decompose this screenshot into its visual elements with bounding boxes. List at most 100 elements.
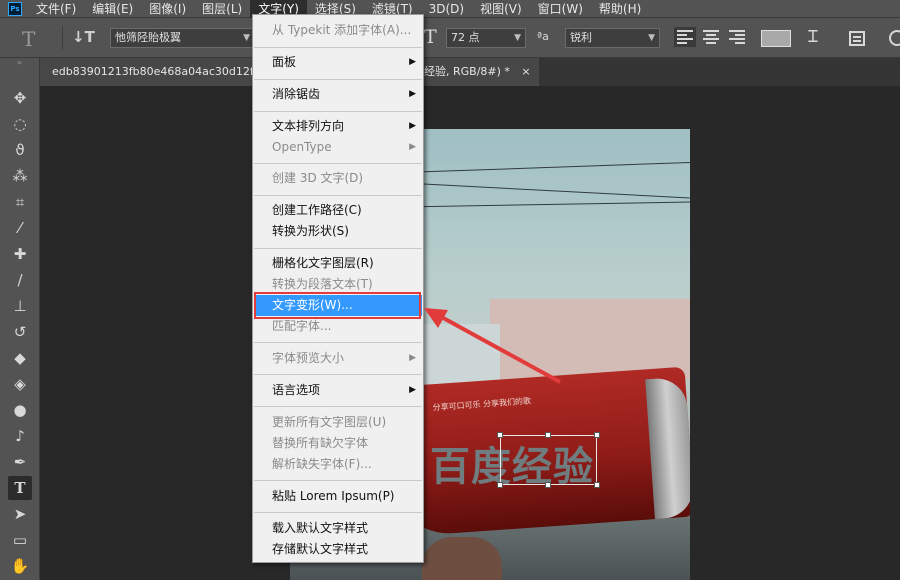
menu-item-rasterize[interactable]: 栅格化文字图层(R) [254, 253, 422, 274]
menu-item-preview-size[interactable]: 字体预览大小 ▶ [254, 348, 422, 369]
menu-item-resolve-fonts[interactable]: 解析缺失字体(F)... [254, 454, 422, 475]
font-size-select[interactable]: 72 点 ▼ [446, 28, 526, 48]
can-rim [645, 376, 690, 520]
menu-separator [254, 195, 422, 196]
text-orientation-icon[interactable]: ↓T [72, 28, 95, 46]
menu-image[interactable]: 图像(I) [141, 0, 194, 18]
chevron-down-icon: ▼ [648, 33, 655, 43]
submenu-arrow-icon: ▶ [409, 57, 416, 67]
menu-item-3d-text[interactable]: 创建 3D 文字(D) [254, 168, 422, 189]
menu-item-work-path[interactable]: 创建工作路径(C) [254, 200, 422, 221]
submenu-arrow-icon: ▶ [409, 385, 416, 395]
type-tool-preset-icon[interactable]: T [22, 27, 35, 51]
menu-help[interactable]: 帮助(H) [591, 0, 649, 18]
menu-view[interactable]: 视图(V) [472, 0, 530, 18]
font-family-value: 忚筛陉貽极翼 [115, 31, 181, 44]
menu-item-orientation[interactable]: 文本排列方向 ▶ [254, 116, 422, 137]
submenu-arrow-icon: ▶ [409, 121, 416, 131]
submenu-arrow-icon: ▶ [409, 353, 416, 363]
text-bounding-box[interactable] [497, 432, 600, 488]
pen-tool-icon[interactable]: ✒ [8, 450, 32, 474]
move-tool-icon[interactable]: ✥ [8, 86, 32, 110]
history-brush-icon[interactable]: ↺ [8, 320, 32, 344]
menu-separator [254, 111, 422, 112]
align-center-icon[interactable] [703, 30, 719, 44]
menu-item-load-default-style[interactable]: 载入默认文字样式 [254, 518, 422, 539]
menu-item-save-default-style[interactable]: 存储默认文字样式 [254, 539, 422, 560]
menu-separator [254, 79, 422, 80]
align-left-icon[interactable] [674, 27, 696, 47]
menu-separator [254, 248, 422, 249]
resize-handle[interactable] [545, 482, 551, 488]
font-size-icon: T [424, 26, 437, 48]
menu-separator [254, 47, 422, 48]
tools-panel: » ✥ ◌ ϑ ⁂ ⌗ ⁄ ✚ ∕ ⊥ ↺ ◆ ◈ ● ♪ ✒ T ➤ ▭ ✋ [0, 58, 40, 580]
menu-edit[interactable]: 编辑(E) [84, 0, 141, 18]
menu-separator [254, 374, 422, 375]
menu-file[interactable]: 文件(F) [28, 0, 84, 18]
align-right-icon[interactable] [729, 30, 745, 44]
type-tool-icon[interactable]: T [8, 476, 32, 500]
eraser-tool-icon[interactable]: ◆ [8, 346, 32, 370]
menu-item-antialias[interactable]: 消除锯齿 ▶ [254, 84, 422, 105]
crop-tool-icon[interactable]: ⌗ [8, 190, 32, 214]
character-panel-icon[interactable] [849, 31, 865, 46]
menu-separator [254, 512, 422, 513]
clone-stamp-icon[interactable]: ⊥ [8, 294, 32, 318]
menu-separator [254, 406, 422, 407]
antialias-icon: ªa [537, 30, 549, 43]
menu-item-language[interactable]: 语言选项 ▶ [254, 380, 422, 401]
brush-tool-icon[interactable]: ∕ [8, 268, 32, 292]
menu-item-replace-fonts[interactable]: 替换所有缺欠字体 [254, 433, 422, 454]
options-bar: T ↓T 忚筛陉貽极翼 ▼ T 72 点 ▼ ªa 锐利 ▼ Ꮖ [0, 18, 900, 58]
document-tab-title: edb83901213fb80e468a04ac30d12f [52, 65, 254, 78]
menu-bar: Ps 文件(F) 编辑(E) 图像(I) 图层(L) 文字(Y) 选择(S) 滤… [0, 0, 900, 18]
menu-layer[interactable]: 图层(L) [194, 0, 250, 18]
resize-handle[interactable] [497, 482, 503, 488]
menu-window[interactable]: 窗口(W) [530, 0, 591, 18]
menu-separator [254, 163, 422, 164]
antialias-select[interactable]: 锐利 ▼ [565, 28, 660, 48]
resize-handle[interactable] [594, 432, 600, 438]
font-family-select[interactable]: 忚筛陉貽极翼 ▼ [110, 28, 255, 48]
menu-item-update-layers[interactable]: 更新所有文字图层(U) [254, 412, 422, 433]
dodge-tool-icon[interactable]: ♪ [8, 424, 32, 448]
warp-text-icon[interactable]: Ꮖ [808, 27, 819, 47]
paint-bucket-icon[interactable]: ◈ [8, 372, 32, 396]
chevron-down-icon: ▼ [243, 33, 250, 43]
highlight-box [254, 292, 421, 319]
cancel-icon[interactable] [889, 30, 900, 46]
menu-item-opentype[interactable]: OpenType ▶ [254, 137, 422, 158]
blur-tool-icon[interactable]: ● [8, 398, 32, 422]
lasso-tool-icon[interactable]: ϑ [8, 138, 32, 162]
resize-handle[interactable] [545, 432, 551, 438]
menu-item-panels[interactable]: 面板 ▶ [254, 52, 422, 73]
path-select-icon[interactable]: ➤ [8, 502, 32, 526]
chevron-down-icon: ▼ [514, 33, 521, 43]
text-color-swatch[interactable] [761, 30, 791, 47]
menu-3d[interactable]: 3D(D) [421, 0, 472, 18]
resize-handle[interactable] [497, 432, 503, 438]
photoshop-logo: Ps [8, 1, 22, 16]
hand [422, 537, 502, 580]
close-tab-icon[interactable]: × [521, 65, 538, 78]
panel-collapse-icon[interactable]: » [0, 58, 39, 68]
annotation-arrow-icon [424, 308, 561, 384]
hand-tool-icon[interactable]: ✋ [8, 554, 32, 578]
resize-handle[interactable] [594, 482, 600, 488]
menu-item-convert-shape[interactable]: 转换为形状(S) [254, 221, 422, 242]
marquee-tool-icon[interactable]: ◌ [8, 112, 32, 136]
menu-item-typekit[interactable]: 从 Typekit 添加字体(A)... [254, 20, 422, 41]
healing-brush-icon[interactable]: ✚ [8, 242, 32, 266]
document-tab-bar: edb83901213fb80e468a04ac30d12f 经验, RGB/8… [40, 58, 900, 86]
menu-item-lorem-ipsum[interactable]: 粘贴 Lorem Ipsum(P) [254, 486, 422, 507]
options-divider [62, 26, 63, 50]
can-slogan: 分享可口可乐 分享我们的歌 [432, 396, 532, 413]
submenu-arrow-icon: ▶ [409, 89, 416, 99]
arrow-shaft [435, 312, 561, 384]
quick-select-tool-icon[interactable]: ⁂ [8, 164, 32, 188]
type-menu-dropdown: 从 Typekit 添加字体(A)... 面板 ▶ 消除锯齿 ▶ 文本排列方向 ▶ O… [252, 14, 424, 563]
menu-item-match-font[interactable]: 匹配字体... [254, 316, 422, 337]
eyedropper-tool-icon[interactable]: ⁄ [8, 216, 32, 240]
rectangle-tool-icon[interactable]: ▭ [8, 528, 32, 552]
